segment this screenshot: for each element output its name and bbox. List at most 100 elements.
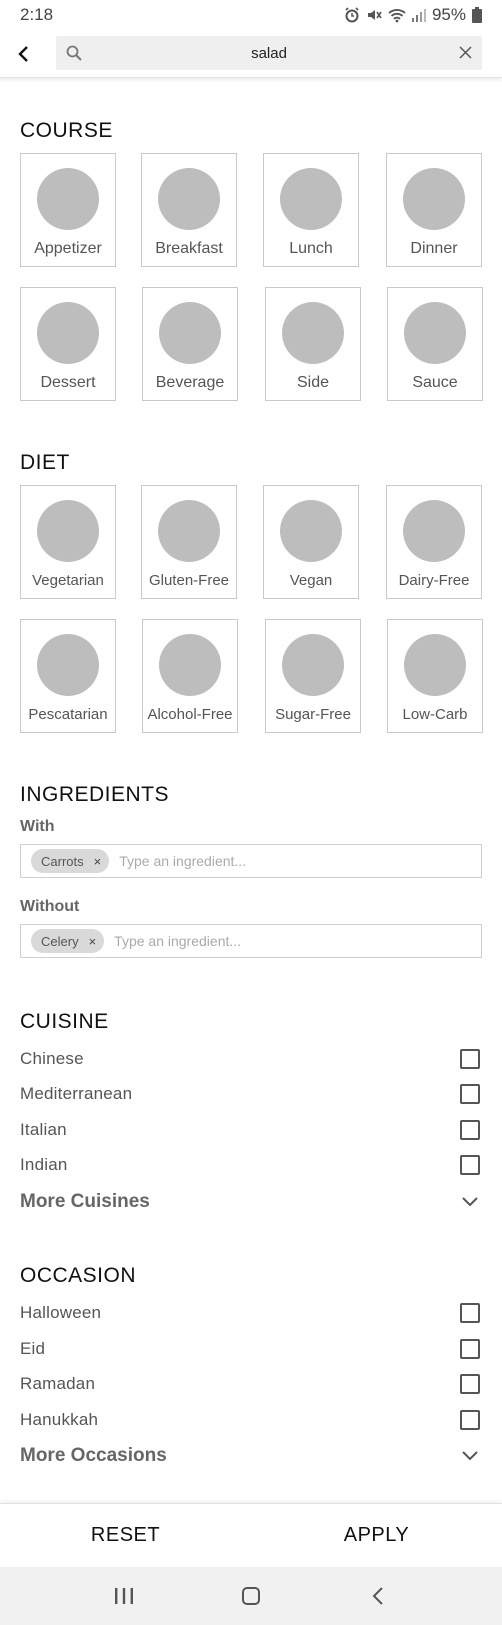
back-button[interactable] [0, 30, 46, 78]
diet-tile-vegan[interactable]: Vegan [263, 485, 359, 599]
chip-label: Celery [41, 933, 79, 949]
battery-icon [472, 7, 482, 23]
ingredients-title: INGREDIENTS [20, 783, 170, 806]
diet-tile-sugar-free[interactable]: Sugar-Free [265, 619, 361, 733]
tile-label: Side [296, 374, 330, 391]
row-label: Italian [20, 1120, 67, 1139]
course-image [37, 302, 99, 364]
diet-image [280, 500, 342, 562]
more-occasions-toggle[interactable]: More Occasions [20, 1442, 482, 1470]
home-button[interactable] [231, 1576, 271, 1616]
row-label: Ramadan [20, 1374, 96, 1393]
diet-image [282, 634, 344, 696]
ingredient-chip: Carrots × [31, 849, 110, 873]
search-box[interactable] [56, 36, 482, 70]
back-arrow-icon [18, 45, 28, 62]
course-image [282, 302, 344, 364]
without-label: Without [20, 898, 80, 915]
row-label: Mediterranean [20, 1084, 133, 1103]
with-ingredients-field[interactable]: Carrots × [20, 844, 482, 878]
cuisine-title: CUISINE [20, 1010, 109, 1033]
action-bar: RESET APPLY [0, 1503, 502, 1567]
checkbox[interactable] [460, 1155, 480, 1175]
tile-label: Lunch [289, 240, 333, 257]
course-tile-breakfast[interactable]: Breakfast [141, 153, 237, 267]
occasion-row-ramadan[interactable]: Ramadan [20, 1370, 482, 1398]
course-tile-dinner[interactable]: Dinner [386, 153, 482, 267]
chip-remove-icon[interactable]: × [94, 854, 102, 869]
course-tile-sauce[interactable]: Sauce [387, 287, 483, 401]
mute-icon [367, 10, 382, 20]
occasion-row-halloween[interactable]: Halloween [20, 1299, 482, 1327]
course-image [280, 168, 342, 230]
with-label: With [20, 818, 55, 835]
occasion-row-hanukkah[interactable]: Hanukkah [20, 1406, 482, 1434]
close-icon[interactable] [459, 46, 472, 59]
chip-remove-icon[interactable]: × [89, 934, 97, 949]
system-nav-bar [0, 1567, 502, 1625]
diet-tile-dairy-free[interactable]: Dairy-Free [386, 485, 482, 599]
diet-image [404, 634, 466, 696]
course-image [37, 168, 99, 230]
checkbox[interactable] [460, 1410, 480, 1430]
row-label: Hanukkah [20, 1410, 99, 1429]
checkbox[interactable] [460, 1374, 480, 1394]
search-input[interactable] [56, 44, 482, 62]
row-label: Eid [20, 1339, 46, 1358]
tile-label: Appetizer [34, 240, 102, 257]
diet-tile-gluten-free[interactable]: Gluten-Free [141, 485, 237, 599]
course-tile-side[interactable]: Side [265, 287, 361, 401]
apply-button[interactable]: APPLY [251, 1504, 502, 1567]
diet-tile-low-carb[interactable]: Low-Carb [387, 619, 483, 733]
system-back-button[interactable] [358, 1576, 398, 1616]
occasion-row-eid[interactable]: Eid [20, 1335, 482, 1363]
chip-label: Carrots [41, 853, 84, 869]
signal-icon [411, 9, 426, 22]
without-ingredient-input[interactable] [114, 933, 315, 949]
course-tile-beverage[interactable]: Beverage [142, 287, 238, 401]
tile-label: Low-Carb [402, 706, 468, 723]
course-image [404, 302, 466, 364]
tile-label: Gluten-Free [148, 572, 230, 589]
tile-label: Breakfast [155, 240, 223, 257]
diet-tile-pescatarian[interactable]: Pescatarian [20, 619, 116, 733]
tile-label: Beverage [155, 374, 225, 391]
tile-label: Vegetarian [32, 572, 104, 589]
checkbox[interactable] [460, 1084, 480, 1104]
diet-tile-alcohol-free[interactable]: Alcohol-Free [142, 619, 238, 733]
checkbox[interactable] [460, 1303, 480, 1323]
tile-label: Alcohol-Free [147, 706, 233, 723]
without-ingredients-field[interactable]: Celery × [20, 924, 482, 958]
alarm-icon [345, 7, 359, 23]
cuisine-row-chinese[interactable]: Chinese [20, 1045, 482, 1073]
diet-tile-vegetarian[interactable]: Vegetarian [20, 485, 116, 599]
course-tile-lunch[interactable]: Lunch [263, 153, 359, 267]
checkbox[interactable] [460, 1120, 480, 1140]
status-time: 2:18 [20, 5, 54, 24]
cuisine-row-indian[interactable]: Indian [20, 1151, 482, 1179]
chevron-down-icon [462, 1451, 478, 1461]
checkbox[interactable] [460, 1049, 480, 1069]
diet-image [37, 634, 99, 696]
status-bar: 2:18 95% [0, 0, 502, 30]
course-tile-dessert[interactable]: Dessert [20, 287, 116, 401]
row-label: Halloween [20, 1303, 102, 1322]
cuisine-row-italian[interactable]: Italian [20, 1116, 482, 1144]
cuisine-row-mediterranean[interactable]: Mediterranean [20, 1080, 482, 1108]
course-tile-appetizer[interactable]: Appetizer [20, 153, 116, 267]
diet-image [37, 500, 99, 562]
wifi-icon [388, 9, 406, 23]
tile-label: Dessert [40, 374, 96, 391]
status-icons: 95% [344, 5, 482, 25]
more-cuisines-toggle[interactable]: More Cuisines [20, 1188, 482, 1216]
reset-button[interactable]: RESET [0, 1504, 251, 1567]
more-cuisines-label: More Cuisines [20, 1191, 150, 1212]
course-image [403, 168, 465, 230]
checkbox[interactable] [460, 1339, 480, 1359]
recents-button[interactable] [104, 1576, 144, 1616]
tile-label: Vegan [289, 572, 333, 589]
with-ingredient-input[interactable] [119, 853, 320, 869]
chevron-down-icon [462, 1197, 478, 1207]
tile-label: Sugar-Free [275, 706, 351, 723]
ingredient-chip: Celery × [31, 929, 105, 953]
